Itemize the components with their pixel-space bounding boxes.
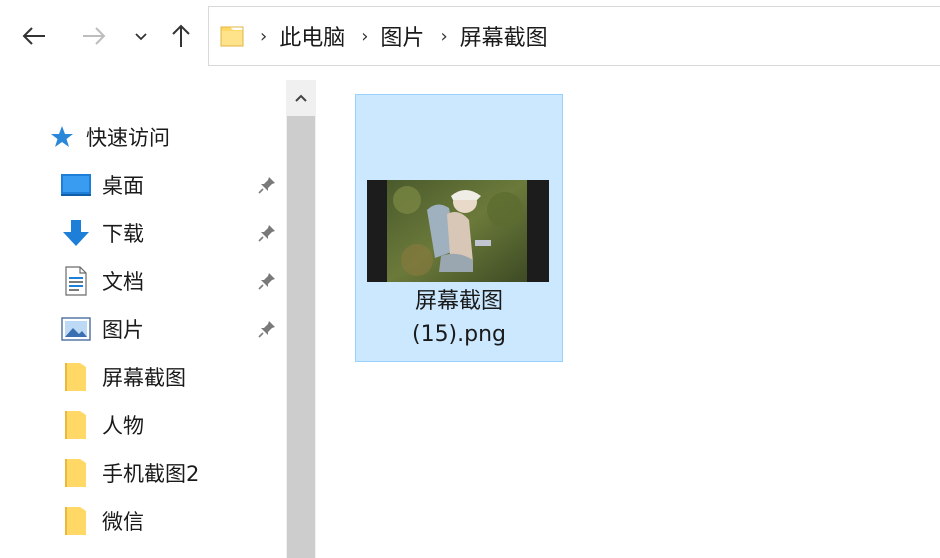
breadcrumb-this-pc[interactable]: 此电脑 xyxy=(277,16,347,56)
photo-thumbnail-image xyxy=(387,180,527,282)
sidebar-item-label: 图片 xyxy=(102,318,144,342)
file-name: 屏幕截图 (15).png xyxy=(356,285,562,351)
sidebar-item-people[interactable]: 人物 xyxy=(0,404,286,446)
folder-icon xyxy=(218,22,246,50)
pin-icon[interactable] xyxy=(256,222,278,244)
file-list-area[interactable]: 屏幕截图 (15).png xyxy=(318,80,940,558)
scrollbar-thumb[interactable] xyxy=(287,116,315,558)
breadcrumb-separator: › xyxy=(260,25,268,47)
sidebar-item-label: 文档 xyxy=(102,270,144,294)
sidebar-item-label: 快速访问 xyxy=(86,126,170,150)
file-name-line: 屏幕截图 xyxy=(414,289,503,314)
folder-icon xyxy=(60,361,92,393)
sidebar-item-label: 下载 xyxy=(102,222,144,246)
recent-locations-button[interactable] xyxy=(121,14,161,58)
sidebar-item-screenshots[interactable]: 屏幕截图 xyxy=(0,356,286,398)
folder-icon xyxy=(60,457,92,489)
chevron-down-icon xyxy=(135,33,147,41)
folder-icon xyxy=(60,409,92,441)
pictures-icon xyxy=(60,313,92,345)
folder-icon xyxy=(60,505,92,537)
pin-icon[interactable] xyxy=(256,270,278,292)
desktop-icon xyxy=(60,169,92,201)
sidebar-item-label: 屏幕截图 xyxy=(102,366,186,390)
download-icon xyxy=(60,217,92,249)
sidebar-item-phone-screenshots[interactable]: 手机截图2 xyxy=(0,452,286,494)
sidebar-quick-access[interactable]: 快速访问 xyxy=(0,116,286,158)
sidebar-item-label: 桌面 xyxy=(102,174,144,198)
arrow-left-icon xyxy=(22,27,45,45)
breadcrumb-separator: › xyxy=(361,25,369,47)
navigation-pane: 快速访问 桌面 下载 文档 图片 屏幕截图 人物 手机截图2 微信 xyxy=(0,80,288,558)
arrow-up-icon xyxy=(172,24,190,47)
arrow-right-icon xyxy=(83,27,106,45)
document-icon xyxy=(60,265,92,297)
sidebar-item-desktop[interactable]: 桌面 xyxy=(0,164,286,206)
back-button[interactable] xyxy=(14,14,54,58)
sidebar-item-wechat[interactable]: 微信 xyxy=(0,500,286,542)
navigation-scrollbar[interactable] xyxy=(286,80,316,558)
star-icon xyxy=(46,121,78,153)
sidebar-item-label: 人物 xyxy=(102,414,144,438)
file-item[interactable]: 屏幕截图 (15).png xyxy=(355,94,563,362)
sidebar-item-documents[interactable]: 文档 xyxy=(0,260,286,302)
file-name-line: (15).png xyxy=(411,322,507,347)
chevron-up-icon xyxy=(295,94,307,102)
up-button[interactable] xyxy=(161,14,201,58)
address-bar[interactable]: › 此电脑 › 图片 › 屏幕截图 xyxy=(208,6,940,66)
sidebar-item-label: 手机截图2 xyxy=(102,462,200,486)
sidebar-item-label: 微信 xyxy=(102,510,144,534)
breadcrumb-pictures[interactable]: 图片 xyxy=(378,16,426,56)
pin-icon[interactable] xyxy=(256,318,278,340)
breadcrumb-screenshots[interactable]: 屏幕截图 xyxy=(458,16,550,56)
forward-button[interactable] xyxy=(74,14,114,58)
breadcrumb-separator: › xyxy=(440,25,448,47)
sidebar-item-pictures[interactable]: 图片 xyxy=(0,308,286,350)
pin-icon[interactable] xyxy=(256,174,278,196)
file-thumbnail xyxy=(367,180,549,282)
sidebar-item-download[interactable]: 下载 xyxy=(0,212,286,254)
scroll-up-button[interactable] xyxy=(286,80,316,116)
